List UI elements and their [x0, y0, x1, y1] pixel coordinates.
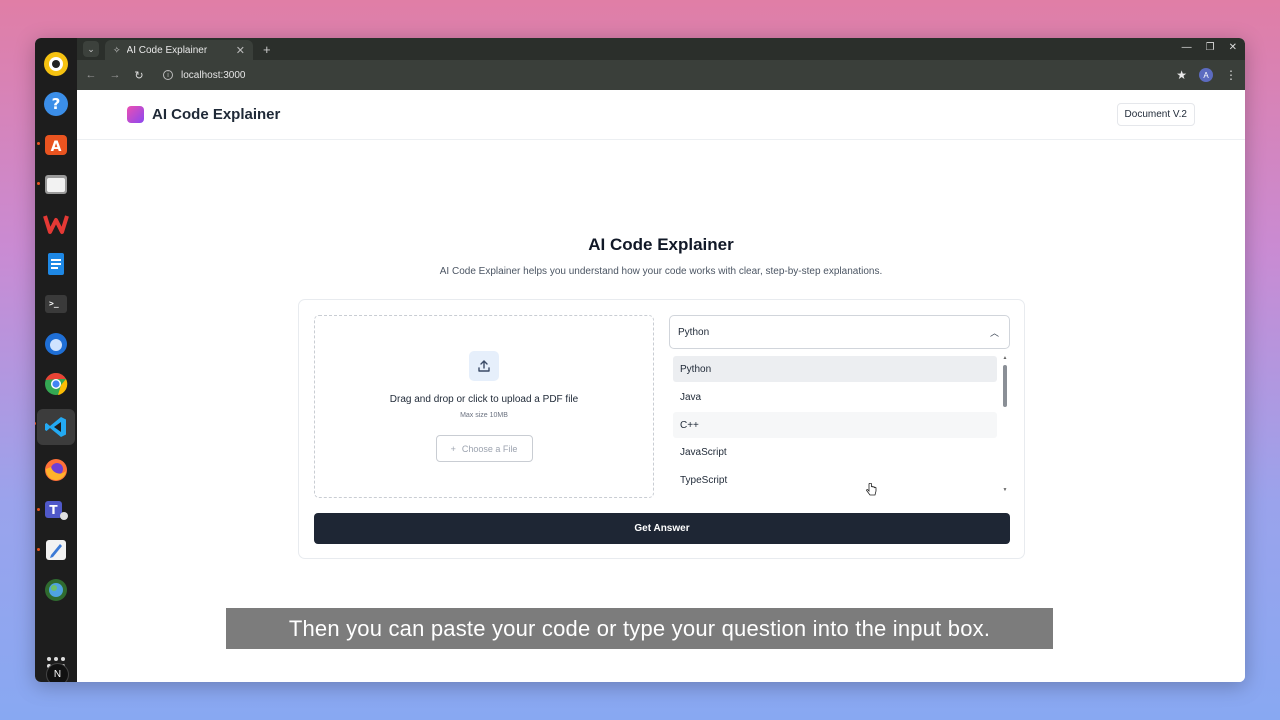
writer-icon[interactable]: [41, 249, 71, 279]
tab-favicon-icon: ✧: [113, 44, 121, 55]
hand-cursor-icon: [866, 483, 877, 496]
close-window-icon[interactable]: ✕: [1229, 42, 1237, 53]
logo-icon: [127, 106, 144, 123]
wps-office-icon[interactable]: [41, 209, 71, 239]
browser-menu-icon[interactable]: ⋮: [1225, 68, 1237, 82]
address-bar[interactable]: i localhost:3000: [157, 65, 1164, 85]
help-icon[interactable]: ?: [41, 89, 71, 119]
globe-app-icon[interactable]: [41, 575, 71, 605]
dropdown-scrollbar[interactable]: ▲ ▼: [1002, 356, 1008, 493]
close-tab-icon[interactable]: ✕: [236, 44, 245, 57]
video-caption: Then you can paste your code or type you…: [226, 608, 1053, 649]
active-tab[interactable]: ✧ AI Code Explainer ✕: [105, 40, 253, 60]
teams-icon[interactable]: T: [37, 495, 71, 525]
reload-icon[interactable]: ↻: [133, 69, 145, 82]
restore-icon[interactable]: ❐: [1206, 42, 1215, 53]
language-select[interactable]: Python ︿: [669, 315, 1010, 349]
ubuntu-dock: ? A >_ T: [35, 38, 77, 682]
svg-text:A: A: [51, 139, 62, 155]
plus-icon: +: [450, 443, 456, 454]
tab-title: AI Code Explainer: [126, 44, 208, 56]
dropzone-prompt: Drag and drop or click to upload a PDF f…: [389, 394, 579, 405]
language-select-value: Python: [678, 326, 710, 338]
language-dropdown-list: Python Java C++ JavaScript TypeScript ▲ …: [669, 353, 1010, 498]
browser-toolbar: ← → ↻ i localhost:3000 ★ A ⋮: [77, 60, 1245, 90]
option-java[interactable]: Java: [673, 384, 997, 410]
url-text[interactable]: localhost:3000: [181, 70, 246, 81]
chevron-up-icon: ︿: [989, 327, 999, 338]
forward-icon[interactable]: →: [109, 69, 121, 81]
brand[interactable]: AI Code Explainer: [127, 106, 280, 123]
thunderbird-icon[interactable]: [41, 329, 71, 359]
option-javascript[interactable]: JavaScript: [673, 439, 997, 465]
files-icon[interactable]: [37, 169, 71, 199]
option-cpp[interactable]: C++: [673, 412, 997, 438]
page-subtitle: AI Code Explainer helps you understand h…: [439, 266, 883, 277]
rhythmbox-icon[interactable]: [41, 49, 71, 79]
get-answer-button[interactable]: Get Answer: [314, 513, 1010, 544]
new-tab-button[interactable]: +: [263, 42, 271, 57]
bookmark-star-icon[interactable]: ★: [1176, 68, 1187, 82]
brand-name: AI Code Explainer: [152, 106, 281, 123]
desktop-screen: ? A >_ T ⌄ ✧ AI Code Explainer ✕ + — ❐ ✕…: [35, 38, 1245, 682]
nextjs-badge[interactable]: N: [46, 663, 69, 682]
chrome-window: ⌄ ✧ AI Code Explainer ✕ + — ❐ ✕ ← → ↻ i …: [77, 38, 1245, 682]
vscode-icon[interactable]: [35, 409, 75, 445]
max-size-note: Max size 10MB: [460, 412, 508, 419]
svg-text:>_: >_: [49, 299, 59, 308]
scrollbar-thumb[interactable]: [1003, 365, 1007, 407]
web-page: AI Code Explainer Document V.2 AI Code E…: [77, 90, 1245, 682]
svg-text:?: ?: [52, 95, 61, 113]
profile-avatar[interactable]: A: [1199, 68, 1213, 82]
app-header: AI Code Explainer Document V.2: [77, 90, 1245, 140]
chrome-icon[interactable]: [41, 369, 71, 399]
choose-file-button[interactable]: + Choose a File: [435, 435, 533, 462]
explainer-card: Drag and drop or click to upload a PDF f…: [298, 299, 1025, 559]
scroll-up-icon[interactable]: ▲: [1002, 356, 1008, 361]
site-info-icon[interactable]: i: [163, 70, 173, 80]
choose-file-label: Choose a File: [461, 443, 518, 454]
upload-icon: [469, 351, 499, 381]
document-version-button[interactable]: Document V.2: [1116, 103, 1195, 126]
scroll-down-icon[interactable]: ▼: [1002, 488, 1008, 493]
firefox-icon[interactable]: [41, 455, 71, 485]
app-center-icon[interactable]: A: [37, 129, 71, 159]
minimize-icon[interactable]: —: [1182, 42, 1192, 53]
back-icon[interactable]: ←: [85, 69, 97, 81]
pdf-dropzone[interactable]: Drag and drop or click to upload a PDF f…: [314, 315, 654, 498]
option-python[interactable]: Python: [673, 356, 997, 382]
option-typescript[interactable]: TypeScript: [673, 467, 997, 493]
tab-search-button[interactable]: ⌄: [83, 41, 99, 57]
page-title: AI Code Explainer: [588, 235, 734, 254]
svg-text:T: T: [49, 503, 58, 517]
tab-bar: ⌄ ✧ AI Code Explainer ✕ + — ❐ ✕: [77, 38, 1245, 60]
window-controls: — ❐ ✕: [1182, 42, 1237, 53]
terminal-icon[interactable]: >_: [41, 289, 71, 319]
text-editor-icon[interactable]: [37, 535, 71, 565]
